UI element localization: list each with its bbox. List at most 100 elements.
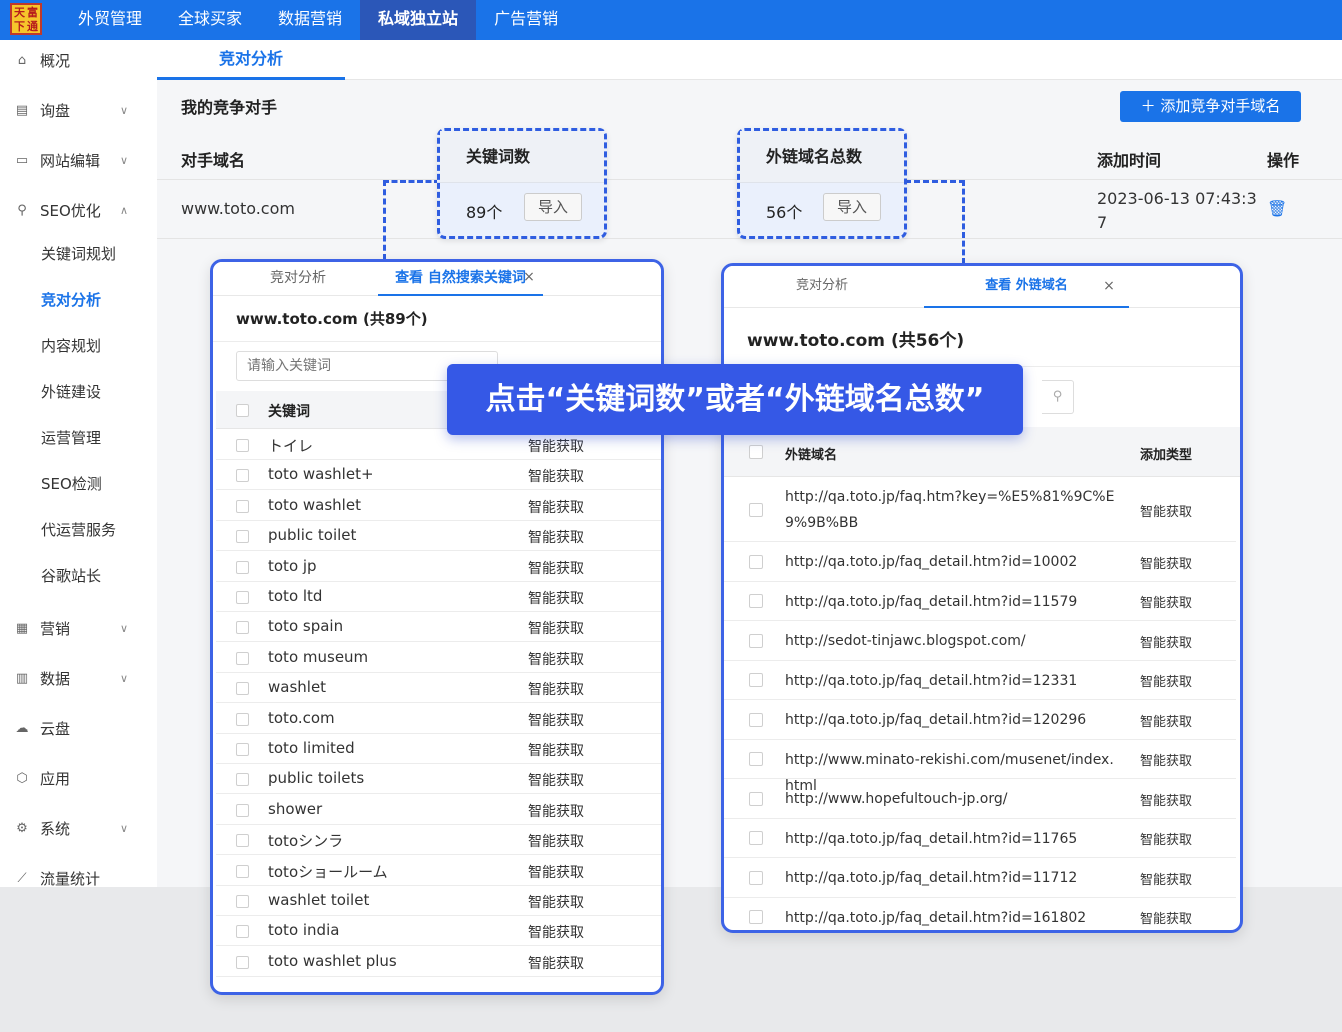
nav-tab-1[interactable]: 全球买家	[160, 0, 260, 40]
chevron-down-icon[interactable]: ∨	[120, 663, 128, 695]
backlink-url[interactable]: http://qa.toto.jp/faq_detail.htm?id=1202…	[785, 707, 1115, 733]
backlink-url[interactable]: http://qa.toto.jp/faq_detail.htm?id=1157…	[785, 589, 1115, 615]
row-checkbox[interactable]	[749, 712, 763, 727]
nav-tab-0[interactable]: 外贸管理	[60, 0, 160, 40]
list-item: toto.com 智能获取	[216, 704, 661, 734]
chevron-down-icon[interactable]: ∨	[120, 813, 128, 845]
keyword-source: 智能获取	[528, 469, 584, 486]
nav-tab-3[interactable]: 私域独立站	[360, 0, 477, 40]
backlink-url[interactable]: http://sedot-tinjawc.blogspot.com/	[785, 628, 1115, 654]
row-checkbox[interactable]	[749, 594, 763, 609]
backlink-url[interactable]: http://qa.toto.jp/faq_detail.htm?id=1171…	[785, 865, 1115, 891]
keyword-text: toto museum	[268, 647, 369, 666]
backlink-url[interactable]: http://qa.toto.jp/faq_detail.htm?id=1233…	[785, 668, 1115, 694]
row-checkbox[interactable]	[236, 712, 249, 726]
keyword-count-value[interactable]: 89个	[466, 199, 502, 223]
row-checkbox[interactable]	[749, 831, 763, 846]
tab-competitor-analysis[interactable]: 竞对分析	[157, 40, 345, 80]
sidebar-item-6[interactable]: ☁ 云盘	[0, 713, 157, 745]
sidebar-subitem-3[interactable]: 外链建设	[0, 376, 157, 408]
table-row: http://qa.toto.jp/faq_detail.htm?id=1176…	[724, 819, 1236, 858]
keyword-text: public toilets	[268, 769, 365, 788]
keyword-import-button[interactable]: 导入	[524, 193, 582, 221]
sidebar-subitem-2[interactable]: 内容规划	[0, 330, 157, 362]
nav-tab-4[interactable]: 广告营销	[476, 0, 576, 40]
row-checkbox[interactable]	[749, 554, 763, 569]
nav-tab-2[interactable]: 数据营销	[260, 0, 360, 40]
sidebar-subitem-0[interactable]: 关键词规划	[0, 238, 157, 270]
delete-icon[interactable]: 🗑	[1267, 199, 1287, 218]
list-item: toto museum 智能获取	[216, 643, 661, 673]
sidebar-item-label: 系统	[40, 820, 71, 838]
tab-competitor-analysis[interactable]: 竞对分析	[253, 262, 343, 294]
chevron-up-icon[interactable]: ∧	[120, 195, 128, 227]
backlink-url[interactable]: http://qa.toto.jp/faq_detail.htm?id=1618…	[785, 905, 1115, 931]
sidebar-item-2[interactable]: ▭ 网站编辑 ∨	[0, 145, 157, 177]
select-all-checkbox[interactable]	[236, 404, 249, 417]
row-checkbox[interactable]	[749, 503, 763, 517]
row-checkbox[interactable]	[749, 633, 763, 648]
sidebar-item-7[interactable]: ⬡ 应用	[0, 763, 157, 795]
add-competitor-button[interactable]: ＋ 添加竞争对手域名	[1120, 91, 1301, 122]
sidebar-subitem-5[interactable]: SEO检测	[0, 468, 157, 500]
row-checkbox[interactable]	[236, 682, 249, 696]
backlink-count-callout[interactable]: 外链域名总数 56个 导入	[737, 128, 907, 239]
sidebar-subitem-7[interactable]: 谷歌站长	[0, 560, 157, 592]
sidebar-item-0[interactable]: ⌂ 概况	[0, 45, 157, 77]
sidebar-item-5[interactable]: ▥ 数据 ∨	[0, 663, 157, 695]
keyword-source: 智能获取	[528, 895, 584, 911]
sidebar-subitem-6[interactable]: 代运营服务	[0, 514, 157, 546]
row-checkbox[interactable]	[236, 803, 249, 817]
sidebar-item-4[interactable]: ▦ 营销 ∨	[0, 613, 157, 645]
close-icon[interactable]: ×	[519, 262, 539, 292]
row-checkbox[interactable]	[749, 910, 763, 925]
sidebar-subitem-1[interactable]: 竞对分析	[0, 284, 157, 316]
logo[interactable]: 天富下通	[10, 3, 42, 35]
row-checkbox[interactable]	[236, 834, 249, 848]
select-all-checkbox[interactable]	[749, 445, 763, 459]
chevron-down-icon[interactable]: ∨	[120, 145, 128, 177]
row-checkbox[interactable]	[236, 955, 249, 969]
backlink-url[interactable]: http://www.hopefultouch-jp.org/	[785, 786, 1115, 812]
row-checkbox[interactable]	[236, 773, 249, 787]
sidebar-item-9[interactable]: ⟋ 流量统计	[0, 863, 157, 895]
sidebar-item-8[interactable]: ⚙ 系统 ∨	[0, 813, 157, 845]
sidebar-item-3[interactable]: ⚲ SEO优化 ∧	[0, 195, 157, 227]
row-checkbox[interactable]	[236, 499, 249, 513]
close-icon[interactable]: ×	[1099, 266, 1119, 306]
row-checkbox[interactable]	[236, 925, 249, 939]
keyword-count-callout[interactable]: 关键词数 89个 导入	[437, 128, 607, 239]
backlink-count-header: 外链域名总数	[740, 131, 904, 183]
row-checkbox[interactable]	[236, 651, 249, 665]
row-checkbox[interactable]	[236, 591, 249, 604]
competitor-domain[interactable]: www.toto.com	[181, 199, 295, 218]
row-checkbox[interactable]	[749, 791, 763, 806]
backlink-url[interactable]: http://qa.toto.jp/faq_detail.htm?id=1176…	[785, 826, 1115, 852]
row-checkbox[interactable]	[236, 743, 249, 756]
keyword-text: toto india	[268, 921, 340, 940]
row-checkbox[interactable]	[749, 870, 763, 885]
sidebar-item-1[interactable]: ▤ 询盘 ∨	[0, 95, 157, 127]
keyword-text: totoシンラ	[268, 832, 344, 851]
tab-competitor-analysis[interactable]: 竞对分析	[772, 266, 872, 306]
row-checkbox[interactable]	[236, 621, 249, 635]
row-checkbox[interactable]	[236, 439, 249, 452]
row-checkbox[interactable]	[749, 752, 763, 767]
sidebar-subitem-4[interactable]: 运营管理	[0, 422, 157, 454]
backlink-import-button[interactable]: 导入	[823, 193, 881, 221]
backlink-url[interactable]: http://qa.toto.jp/faq.htm?key=%E5%81%9C%…	[785, 484, 1115, 536]
backlink-type: 智能获取	[1140, 556, 1193, 572]
chevron-down-icon[interactable]: ∨	[120, 613, 128, 645]
chevron-down-icon[interactable]: ∨	[120, 95, 128, 127]
backlink-count-value[interactable]: 56个	[766, 199, 802, 223]
list-item: washlet toilet 智能获取	[216, 886, 661, 916]
row-checkbox[interactable]	[236, 560, 249, 574]
backlink-url[interactable]: http://qa.toto.jp/faq_detail.htm?id=1000…	[785, 549, 1115, 575]
row-checkbox[interactable]	[236, 895, 249, 908]
row-checkbox[interactable]	[236, 469, 249, 483]
search-icon[interactable]: ⚲	[1042, 380, 1074, 414]
row-checkbox[interactable]	[749, 673, 763, 688]
keyword-text: washlet	[268, 678, 327, 697]
row-checkbox[interactable]	[236, 530, 249, 544]
row-checkbox[interactable]	[236, 864, 249, 878]
